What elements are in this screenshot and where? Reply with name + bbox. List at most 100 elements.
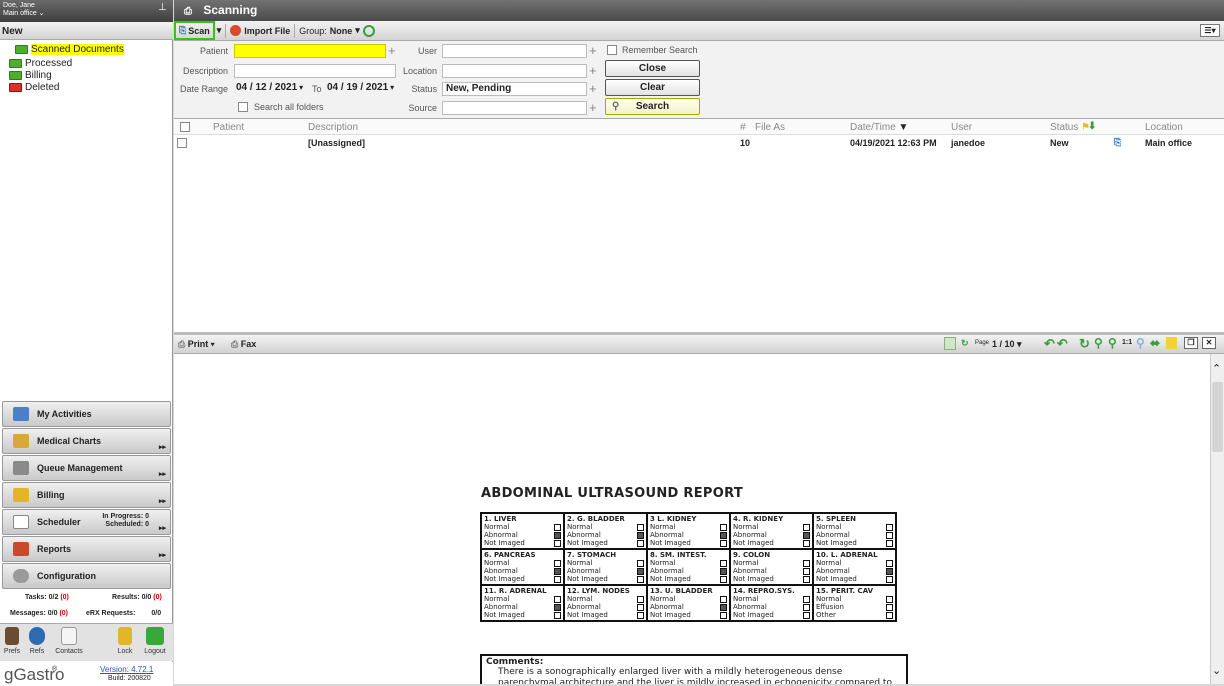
description-input[interactable] xyxy=(234,64,396,78)
finding-option-label: Abnormal xyxy=(650,567,684,575)
select-all-checkbox[interactable] xyxy=(180,122,190,132)
user-office[interactable]: Main office ⌄ xyxy=(3,10,170,18)
print-button[interactable]: ⎙ Print ▾ xyxy=(178,339,215,350)
col-file-as[interactable]: File As xyxy=(755,122,785,133)
results-stat[interactable]: Results: 0/0 (0) xyxy=(112,594,162,601)
lock-button[interactable]: Lock xyxy=(112,627,138,655)
user-add-icon[interactable]: + xyxy=(589,44,597,57)
expand-icon: ▸▸ xyxy=(158,498,166,505)
scroll-up-icon[interactable]: ⌃ xyxy=(1212,362,1221,375)
nav-reports[interactable]: Reports ▸▸ xyxy=(2,536,171,562)
fit-width-icon[interactable]: ⬌ xyxy=(1150,336,1160,350)
user-bar[interactable]: Doe, Jane Main office ⌄ ⊥ xyxy=(0,0,173,22)
group-select[interactable]: None xyxy=(330,26,353,36)
document-viewer[interactable]: ABDOMINAL ULTRASOUND REPORT 1. LIVER Norm… xyxy=(174,354,1210,684)
tree-label: Billing xyxy=(25,69,52,81)
date-from-picker[interactable]: 04 / 12 / 2021 ▾ xyxy=(236,82,303,93)
location-add-icon[interactable]: + xyxy=(589,64,597,77)
restore-icon[interactable]: ❐ xyxy=(1184,337,1198,349)
nav-medical-charts[interactable]: Medical Charts ▸▸ xyxy=(2,428,171,454)
contacts-button[interactable]: Contacts xyxy=(52,627,86,655)
rotate-icon[interactable]: ↻ xyxy=(1079,336,1090,352)
refresh-icon[interactable] xyxy=(362,24,375,37)
new-header[interactable]: New xyxy=(0,22,173,40)
nav-scheduler[interactable]: Scheduler In Progress: 0 Scheduled: 0 ▸▸ xyxy=(2,509,171,535)
rotate-left-icon[interactable]: ↶↶ xyxy=(1044,336,1070,352)
erx-stat[interactable]: eRX Requests: 0/0 xyxy=(86,610,161,617)
checkbox-icon xyxy=(637,532,644,539)
nav-billing[interactable]: Billing ▸▸ xyxy=(2,482,171,508)
status-input[interactable]: New, Pending xyxy=(442,82,587,96)
tasks-stat[interactable]: Tasks: 0/2 (0) xyxy=(25,594,69,601)
finding-option: Not Imaged xyxy=(567,611,644,619)
checkbox-icon xyxy=(720,604,727,611)
col-description[interactable]: Description xyxy=(308,122,358,133)
prefs-button[interactable]: Prefs xyxy=(2,627,22,655)
finding-option: Abnormal xyxy=(484,603,561,611)
viewer-scrollbar[interactable]: ⌃ ⌄ xyxy=(1210,354,1224,684)
remember-search-checkbox[interactable] xyxy=(607,45,617,55)
printer-icon: ⎙ xyxy=(178,339,186,349)
download-arrow-icon[interactable]: ⬇ xyxy=(1088,121,1096,132)
messages-label: Messages: xyxy=(10,610,46,617)
version-link[interactable]: Version: 4.72.1 xyxy=(100,665,153,674)
messages-stat[interactable]: Messages: 0/0 (0) xyxy=(10,610,68,617)
location-input[interactable] xyxy=(442,64,587,78)
search-button[interactable]: ⚲ Search xyxy=(605,98,700,115)
col-location[interactable]: Location xyxy=(1145,122,1183,133)
messages-red: (0) xyxy=(59,610,68,617)
tree-item-billing[interactable]: Billing xyxy=(9,69,52,81)
clear-button[interactable]: Clear xyxy=(605,79,700,96)
actual-size-icon[interactable]: 1:1 xyxy=(1122,339,1132,346)
refs-button[interactable]: Refs xyxy=(26,627,48,655)
col-number[interactable]: # xyxy=(740,122,746,133)
scroll-thumb[interactable] xyxy=(1212,382,1223,452)
col-user[interactable]: User xyxy=(951,122,972,133)
page-selector[interactable]: 1 / 10 ▾ xyxy=(992,339,1022,350)
highlight-icon[interactable] xyxy=(1166,337,1177,349)
view-menu-icon[interactable]: ☰▾ xyxy=(1200,24,1220,37)
nav-queue-management[interactable]: Queue Management ▸▸ xyxy=(2,455,171,481)
table-row[interactable]: [Unassigned] 10 04/19/2021 12:63 PM jane… xyxy=(174,136,1224,150)
scroll-down-icon[interactable]: ⌄ xyxy=(1212,664,1221,677)
checkbox-icon xyxy=(637,560,644,567)
checkbox-icon xyxy=(886,568,893,575)
import-file-button[interactable]: Import File xyxy=(244,26,290,36)
scan-dropdown-icon[interactable]: ▾ xyxy=(217,25,222,36)
source-add-icon[interactable]: + xyxy=(589,101,597,114)
zoom-out-icon[interactable]: ⚲ xyxy=(1108,336,1117,350)
tree-item-scanned-documents[interactable]: Scanned Documents xyxy=(15,43,124,55)
source-input[interactable] xyxy=(442,101,587,115)
refresh-icon[interactable]: ↻ xyxy=(961,338,969,349)
scanner-icon: ⎘ xyxy=(179,25,187,35)
tree-item-deleted[interactable]: Deleted xyxy=(9,81,59,93)
comments-label: Comments: xyxy=(486,657,544,667)
group-dropdown-icon[interactable]: ▾ xyxy=(355,25,360,36)
button-label: Refs xyxy=(29,648,45,655)
logout-button[interactable]: Logout xyxy=(140,627,170,655)
row-checkbox[interactable] xyxy=(177,138,187,148)
fit-icon[interactable]: ⚲ xyxy=(1136,336,1145,350)
scan-button[interactable]: ⎘ Scan xyxy=(174,21,215,40)
tree-item-processed[interactable]: Processed xyxy=(9,57,72,69)
zoom-in-icon[interactable]: ⚲ xyxy=(1094,336,1103,350)
nav-my-activities[interactable]: My Activities xyxy=(2,401,171,427)
finding-option: Normal xyxy=(816,559,893,567)
col-datetime[interactable]: Date/Time ▼ xyxy=(850,122,908,133)
col-patient[interactable]: Patient xyxy=(213,122,244,133)
checkbox-icon xyxy=(637,568,644,575)
col-status[interactable]: Status ⚑ xyxy=(1050,122,1090,133)
patient-input[interactable] xyxy=(234,44,386,58)
pin-icon[interactable]: ⊥ xyxy=(158,3,167,13)
finding-option: Normal xyxy=(484,595,561,603)
close-viewer-icon[interactable]: ✕ xyxy=(1202,337,1216,349)
status-add-icon[interactable]: + xyxy=(589,82,597,95)
fax-button[interactable]: ⎙ Fax xyxy=(231,339,256,350)
page-value: 1 / 10 xyxy=(992,339,1015,349)
user-input[interactable] xyxy=(442,44,587,58)
nav-configuration[interactable]: Configuration xyxy=(2,563,171,589)
close-button[interactable]: Close xyxy=(605,60,700,77)
build-label: Build: 200820 xyxy=(108,675,151,682)
col-status-label: Status xyxy=(1050,122,1079,133)
search-all-checkbox[interactable] xyxy=(238,102,248,112)
